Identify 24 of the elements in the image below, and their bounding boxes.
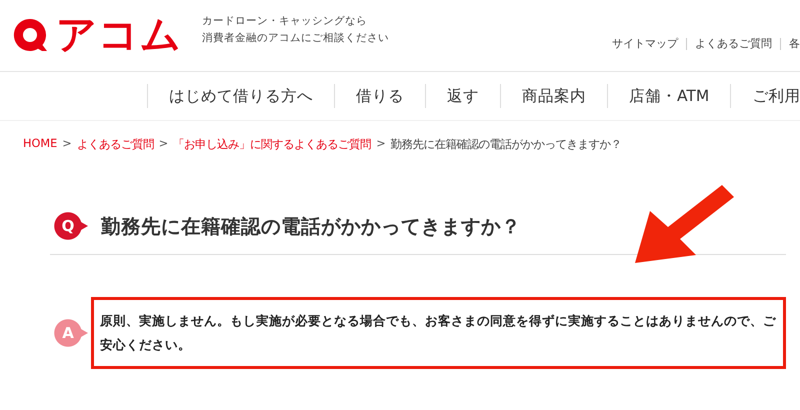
nav-item[interactable]: 店舗・ATM: [607, 84, 730, 108]
answer-text: 原則、実施しません。もし実施が必要となる場合でも、お客さまの同意を得ずに実施することはありませんので、ご安心ください。: [91, 297, 786, 369]
answer-badge: A: [54, 319, 89, 347]
nav-item[interactable]: ご利用: [730, 84, 800, 108]
question-heading: 勤務先に在籍確認の電話がかかってきますか？: [101, 214, 521, 240]
breadcrumb-link[interactable]: 「お申し込み」に関するよくあるご質問: [173, 137, 372, 165]
nav-item[interactable]: 借りる: [334, 84, 425, 108]
breadcrumb-separator: >: [158, 137, 168, 152]
top-link[interactable]: よくあるご質問: [686, 38, 780, 50]
question-badge: Q: [54, 212, 89, 240]
breadcrumb-separator: >: [62, 137, 72, 152]
nav-item[interactable]: 返す: [425, 84, 500, 108]
nav-item[interactable]: はじめて借りる方へ: [147, 84, 334, 108]
breadcrumb-link[interactable]: HOME: [23, 137, 58, 165]
top-link[interactable]: サイトマップ: [604, 38, 686, 50]
top-link[interactable]: 各: [780, 38, 800, 50]
logo-text[interactable]: アコム: [56, 13, 182, 57]
breadcrumb-separator: >: [376, 137, 386, 152]
breadcrumb-link[interactable]: よくあるご質問: [76, 137, 154, 165]
breadcrumb-current: 勤務先に在籍確認の電話がかかってきますか？: [390, 137, 622, 153]
nav-item[interactable]: 商品案内: [500, 84, 607, 108]
tagline: カードローン・キャッシングなら: [202, 14, 368, 29]
ring-icon: [12, 17, 48, 53]
tagline: 消費者金融のアコムにご相談ください: [202, 31, 389, 46]
